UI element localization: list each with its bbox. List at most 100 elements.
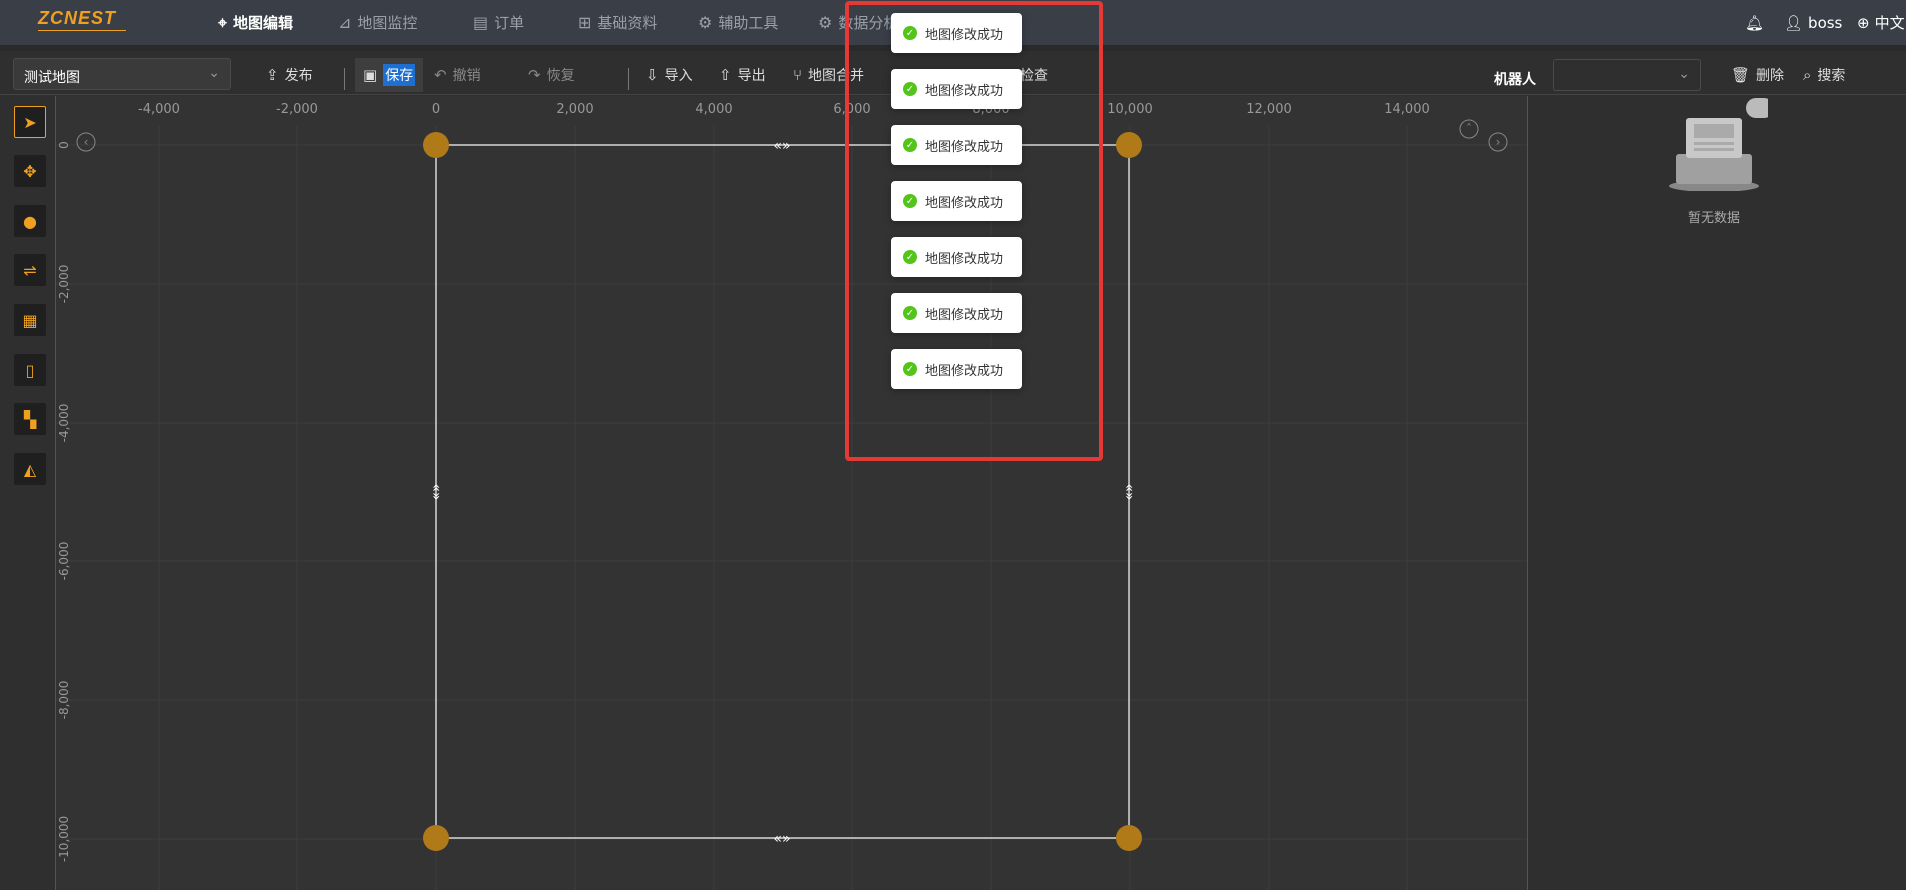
- robot-panel: 暂无数据: [1528, 96, 1906, 890]
- save-label: 保存: [383, 64, 416, 86]
- region-tool[interactable]: ◭: [14, 453, 46, 485]
- gear-icon: ⚙: [818, 13, 833, 32]
- logo-underline: [38, 30, 126, 31]
- search-icon: ⌕: [1803, 66, 1812, 84]
- import-label: 导入: [664, 68, 693, 84]
- undo-label: 撤销: [452, 68, 481, 84]
- undo-icon: ↶: [434, 66, 447, 84]
- polygon-icon: ◭: [23, 459, 37, 479]
- map-select-value: 测试地图: [24, 70, 80, 86]
- map-node[interactable]: [423, 132, 449, 158]
- sliders-icon: ⊞: [578, 13, 592, 32]
- x-tick-label: 4,000: [695, 102, 732, 117]
- x-tick-label: -2,000: [276, 102, 318, 117]
- export-icon: ⇧: [719, 66, 732, 84]
- x-tick-label: 10,000: [1107, 102, 1153, 117]
- direction-arrows-icon: «»: [773, 831, 790, 847]
- cursor-icon: ➤: [23, 112, 37, 132]
- import-icon: ⇩: [646, 66, 659, 84]
- nav-map-monitor[interactable]: ⊿ 地图监控: [338, 0, 417, 45]
- export-button[interactable]: ⇧ 导出: [719, 61, 766, 89]
- save-icon: ▣: [363, 66, 378, 84]
- area-tool[interactable]: ▚: [14, 403, 46, 435]
- nav-map-monitor-label: 地图监控: [357, 14, 418, 32]
- delete-button[interactable]: 🗑︎ 删除: [1731, 61, 1784, 89]
- search-label: 搜索: [1817, 68, 1846, 84]
- username: boss: [1808, 13, 1843, 32]
- language-label: 中文: [1874, 14, 1905, 32]
- path-tool[interactable]: ⇌: [14, 254, 46, 286]
- import-button[interactable]: ⇩ 导入: [646, 61, 693, 89]
- nav-map-edit-label: 地图编辑: [233, 14, 294, 32]
- y-tick-label: -10,000: [57, 816, 71, 862]
- move-tool[interactable]: ✥: [14, 155, 46, 187]
- y-tick-label: -2,000: [57, 265, 71, 304]
- y-tick-label: -8,000: [57, 681, 71, 720]
- map-pin-icon: ⌖: [218, 12, 228, 32]
- document-icon: ▤: [473, 13, 489, 32]
- chart-line-icon: ⊿: [338, 13, 352, 32]
- x-tick-label: -4,000: [138, 102, 180, 117]
- redo-icon: ↷: [528, 66, 541, 84]
- globe-icon: ⊕: [1857, 13, 1870, 32]
- nav-aux-tools-label: 辅助工具: [718, 14, 779, 32]
- bell-icon: 🔔︎: [1745, 13, 1765, 32]
- chevron-right-icon: ›: [1496, 135, 1501, 149]
- point-icon: ●: [23, 211, 37, 231]
- export-label: 导出: [737, 68, 766, 84]
- grid-icon: ▚: [23, 409, 37, 429]
- shelf-tool[interactable]: ▦: [14, 304, 46, 336]
- notifications-button[interactable]: 🔔︎: [1745, 0, 1764, 45]
- nav-orders[interactable]: ▤ 订单: [473, 0, 524, 45]
- app-logo[interactable]: ZCNEST: [38, 8, 116, 29]
- chevron-down-icon: ⌄: [1678, 66, 1690, 82]
- gear-icon: ⚙: [698, 13, 713, 32]
- y-tick-label: 0: [57, 141, 71, 149]
- save-button[interactable]: ▣ 保存: [355, 58, 424, 92]
- map-node[interactable]: [423, 825, 449, 851]
- map-canvas[interactable]: -4,000 -2,000 0 2,000 4,000 6,000 8,000 …: [55, 96, 1528, 890]
- charger-tool[interactable]: ▯: [14, 354, 46, 386]
- direction-arrows-icon: «»: [773, 138, 790, 154]
- point-tool[interactable]: ●: [14, 205, 46, 237]
- map-grid[interactable]: -4,000 -2,000 0 2,000 4,000 6,000 8,000 …: [56, 96, 1528, 890]
- map-select[interactable]: 测试地图 ⌄: [13, 58, 231, 90]
- trash-icon: 🗑︎: [1731, 66, 1751, 84]
- redo-label: 恢复: [546, 68, 575, 84]
- publish-button[interactable]: ⇪ 发布: [266, 61, 313, 89]
- robot-select[interactable]: ⌄: [1553, 59, 1701, 91]
- x-tick-label: 2,000: [556, 102, 593, 117]
- search-button[interactable]: ⌕ 搜索: [1803, 61, 1845, 89]
- nav-orders-label: 订单: [494, 14, 525, 32]
- nav-basic-data-label: 基础资料: [597, 14, 658, 32]
- y-tick-label: -4,000: [57, 404, 71, 443]
- delete-label: 删除: [1756, 68, 1785, 84]
- empty-state-text: 暂无数据: [1688, 211, 1741, 226]
- chevron-down-icon: ⌄: [208, 65, 220, 81]
- nav-map-edit[interactable]: ⌖ 地图编辑: [218, 0, 293, 45]
- user-menu[interactable]: 👤︎ boss: [1784, 0, 1842, 45]
- shelf-icon: ▦: [22, 310, 38, 330]
- chevron-left-icon: ‹: [84, 135, 89, 149]
- undo-button[interactable]: ↶ 撤销: [434, 61, 481, 89]
- user-icon: 👤︎: [1784, 13, 1804, 32]
- charger-icon: ▯: [25, 360, 35, 380]
- chevron-up-icon: ˆ: [1466, 122, 1472, 136]
- map-node[interactable]: [1116, 132, 1142, 158]
- x-tick-label: 14,000: [1384, 102, 1430, 117]
- redo-button[interactable]: ↷ 恢复: [528, 61, 575, 89]
- nav-aux-tools[interactable]: ⚙ 辅助工具: [698, 0, 778, 45]
- empty-box-icon: [1669, 98, 1768, 191]
- language-switcher[interactable]: ⊕ 中文: [1857, 0, 1905, 45]
- toolbar-divider: [344, 68, 345, 90]
- select-tool[interactable]: ➤: [14, 106, 46, 138]
- toolbar-divider: [628, 68, 629, 90]
- x-tick-label: 12,000: [1246, 102, 1292, 117]
- y-tick-label: -6,000: [57, 542, 71, 581]
- highlight-annotation-box: [845, 1, 1103, 461]
- merge-icon: ⑂: [793, 66, 803, 84]
- tool-palette: ➤ ✥ ● ⇌ ▦ ▯ ▚ ◭: [0, 96, 55, 890]
- publish-label: 发布: [284, 68, 313, 84]
- map-node[interactable]: [1116, 825, 1142, 851]
- nav-basic-data[interactable]: ⊞ 基础资料: [578, 0, 657, 45]
